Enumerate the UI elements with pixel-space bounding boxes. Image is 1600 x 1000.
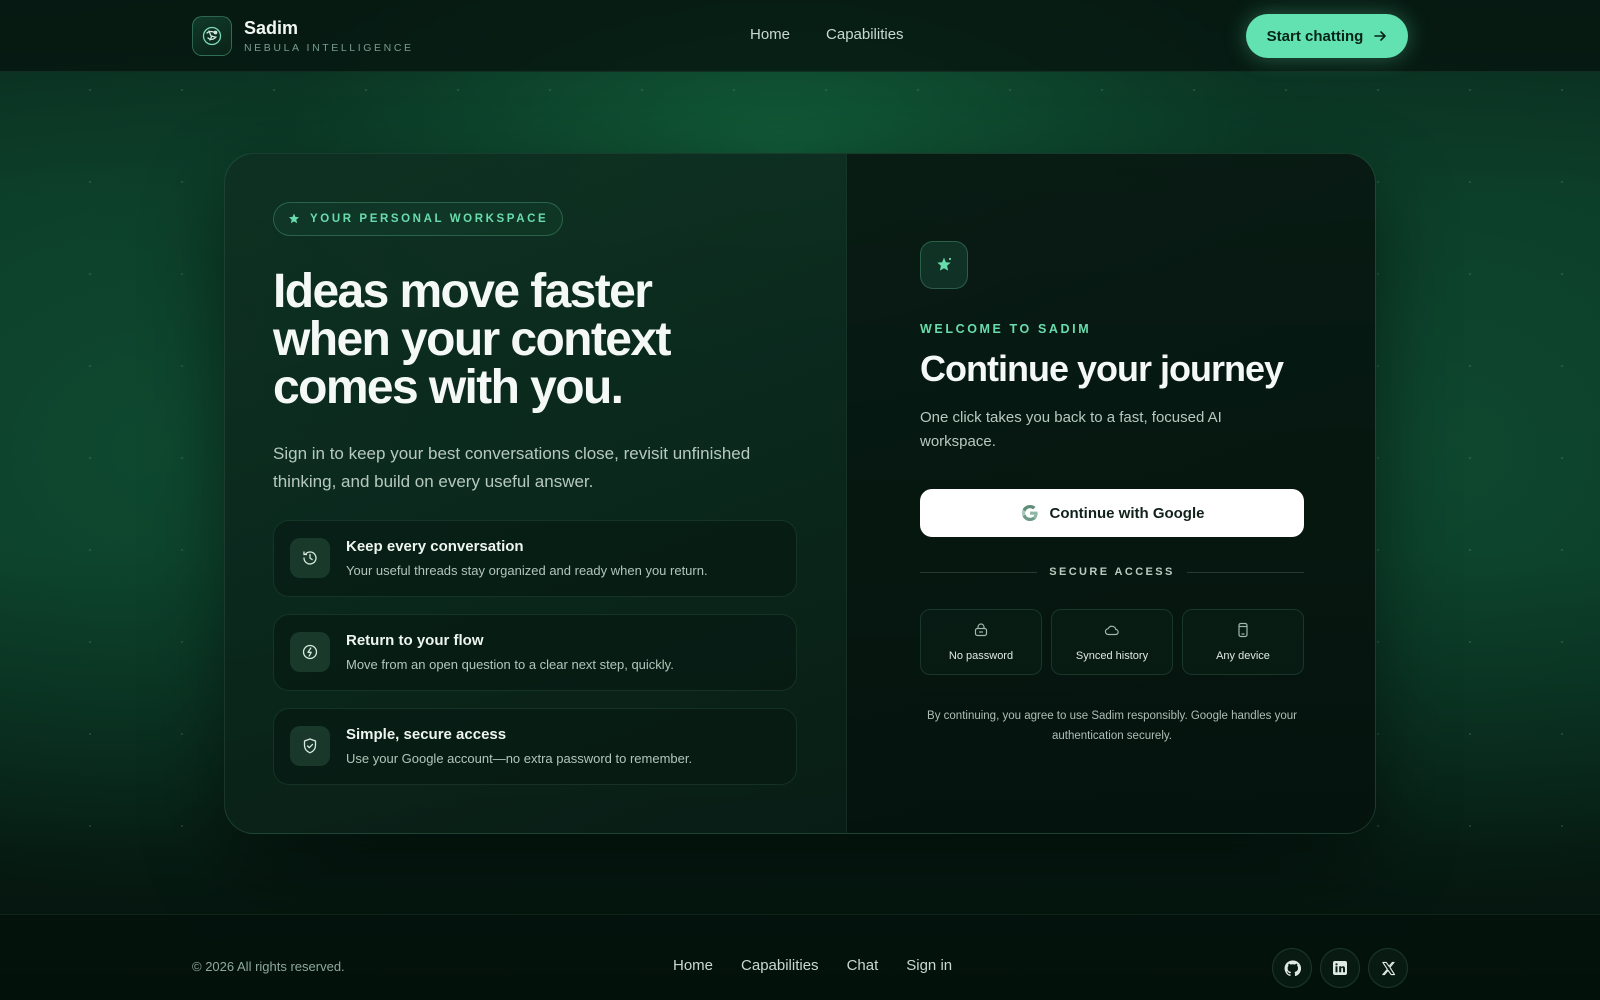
chip-label: Synced history	[1075, 650, 1149, 662]
continue-with-google-label: Continue with Google	[1049, 504, 1205, 522]
sparkle-icon	[920, 241, 968, 289]
hero-headline: Ideas move faster when your context come…	[273, 265, 671, 414]
secure-access-label: SECURE ACCESS	[1049, 566, 1175, 578]
sign-in-panel: WELCOME TO SADIM Continue your journey O…	[846, 154, 1375, 833]
nav-home[interactable]: Home	[750, 26, 790, 43]
linkedin-icon	[1333, 961, 1347, 975]
sign-in-card: YOUR PERSONAL WORKSPACE Ideas move faste…	[224, 153, 1376, 834]
feature-description: Use your Google account—no extra passwor…	[346, 751, 693, 766]
feature-description: Your useful threads stay organized and r…	[346, 563, 708, 578]
sign-in-subtitle: One click takes you back to a fast, focu…	[920, 409, 1222, 450]
chip-label: Any device	[1216, 650, 1270, 662]
google-icon	[1021, 505, 1038, 521]
brand-tagline: NEBULA INTELLIGENCE	[244, 42, 414, 54]
intro-panel: YOUR PERSONAL WORKSPACE Ideas move faste…	[225, 154, 846, 833]
footer-nav: Home Capabilities Chat Sign in	[673, 957, 952, 974]
history-icon	[290, 538, 330, 578]
footer-nav-sign-in[interactable]: Sign in	[906, 957, 952, 974]
sadim-logo-icon	[192, 16, 232, 56]
feature-card: Return to your flow Move from an open qu…	[273, 614, 797, 691]
feature-description: Move from an open question to a clear ne…	[346, 657, 674, 672]
any-device-chip: Any device	[1182, 609, 1304, 675]
synced-history-chip: Synced history	[1051, 609, 1173, 675]
github-icon	[1284, 960, 1301, 976]
feature-title: Return to your flow	[346, 632, 484, 649]
x-icon	[1381, 961, 1395, 975]
brand[interactable]: Sadim NEBULA INTELLIGENCE	[192, 16, 414, 56]
no-password-chip: No password	[920, 609, 1042, 675]
github-link[interactable]	[1272, 948, 1312, 988]
copyright: © 2026 All rights reserved.	[192, 959, 345, 974]
device-icon	[1183, 622, 1303, 638]
feature-title: Simple, secure access	[346, 726, 507, 743]
workspace-badge-label: YOUR PERSONAL WORKSPACE	[310, 213, 549, 225]
cloud-icon	[1052, 622, 1172, 638]
chip-label: No password	[948, 650, 1014, 662]
shield-check-icon	[290, 726, 330, 766]
linkedin-link[interactable]	[1320, 948, 1360, 988]
top-navigation-bar: Sadim NEBULA INTELLIGENCE Home Capabilit…	[0, 0, 1600, 72]
nav-capabilities[interactable]: Capabilities	[826, 26, 904, 43]
sign-in-title: Continue your journey	[920, 348, 1284, 389]
start-chatting-label: Start chatting	[1266, 27, 1364, 45]
secure-access-divider: SECURE ACCESS	[920, 565, 1305, 579]
brand-name: Sadim	[244, 18, 299, 38]
site-footer: © 2026 All rights reserved. Home Capabil…	[0, 914, 1600, 1000]
welcome-eyebrow: WELCOME TO SADIM	[920, 322, 1092, 336]
workspace-badge: YOUR PERSONAL WORKSPACE	[273, 202, 564, 236]
start-chatting-button[interactable]: Start chatting	[1246, 14, 1408, 58]
legal-notice: By continuing, you agree to use Sadim re…	[927, 710, 1297, 742]
x-link[interactable]	[1368, 948, 1408, 988]
flow-icon	[290, 632, 330, 672]
feature-card: Keep every conversation Your useful thre…	[273, 520, 797, 597]
feature-title: Keep every conversation	[346, 538, 524, 555]
continue-with-google-button[interactable]: Continue with Google	[920, 489, 1304, 537]
hero-lead: Sign in to keep your best conversations …	[273, 444, 751, 491]
footer-nav-capabilities[interactable]: Capabilities	[741, 957, 819, 974]
sparkle-icon	[289, 213, 299, 224]
footer-nav-home[interactable]: Home	[673, 957, 713, 974]
feature-card: Simple, secure access Use your Google ac…	[273, 708, 797, 785]
lock-icon	[921, 622, 1041, 638]
arrow-right-icon	[1374, 31, 1387, 41]
footer-nav-chat[interactable]: Chat	[847, 957, 879, 974]
main-nav: Home Capabilities	[750, 26, 904, 43]
